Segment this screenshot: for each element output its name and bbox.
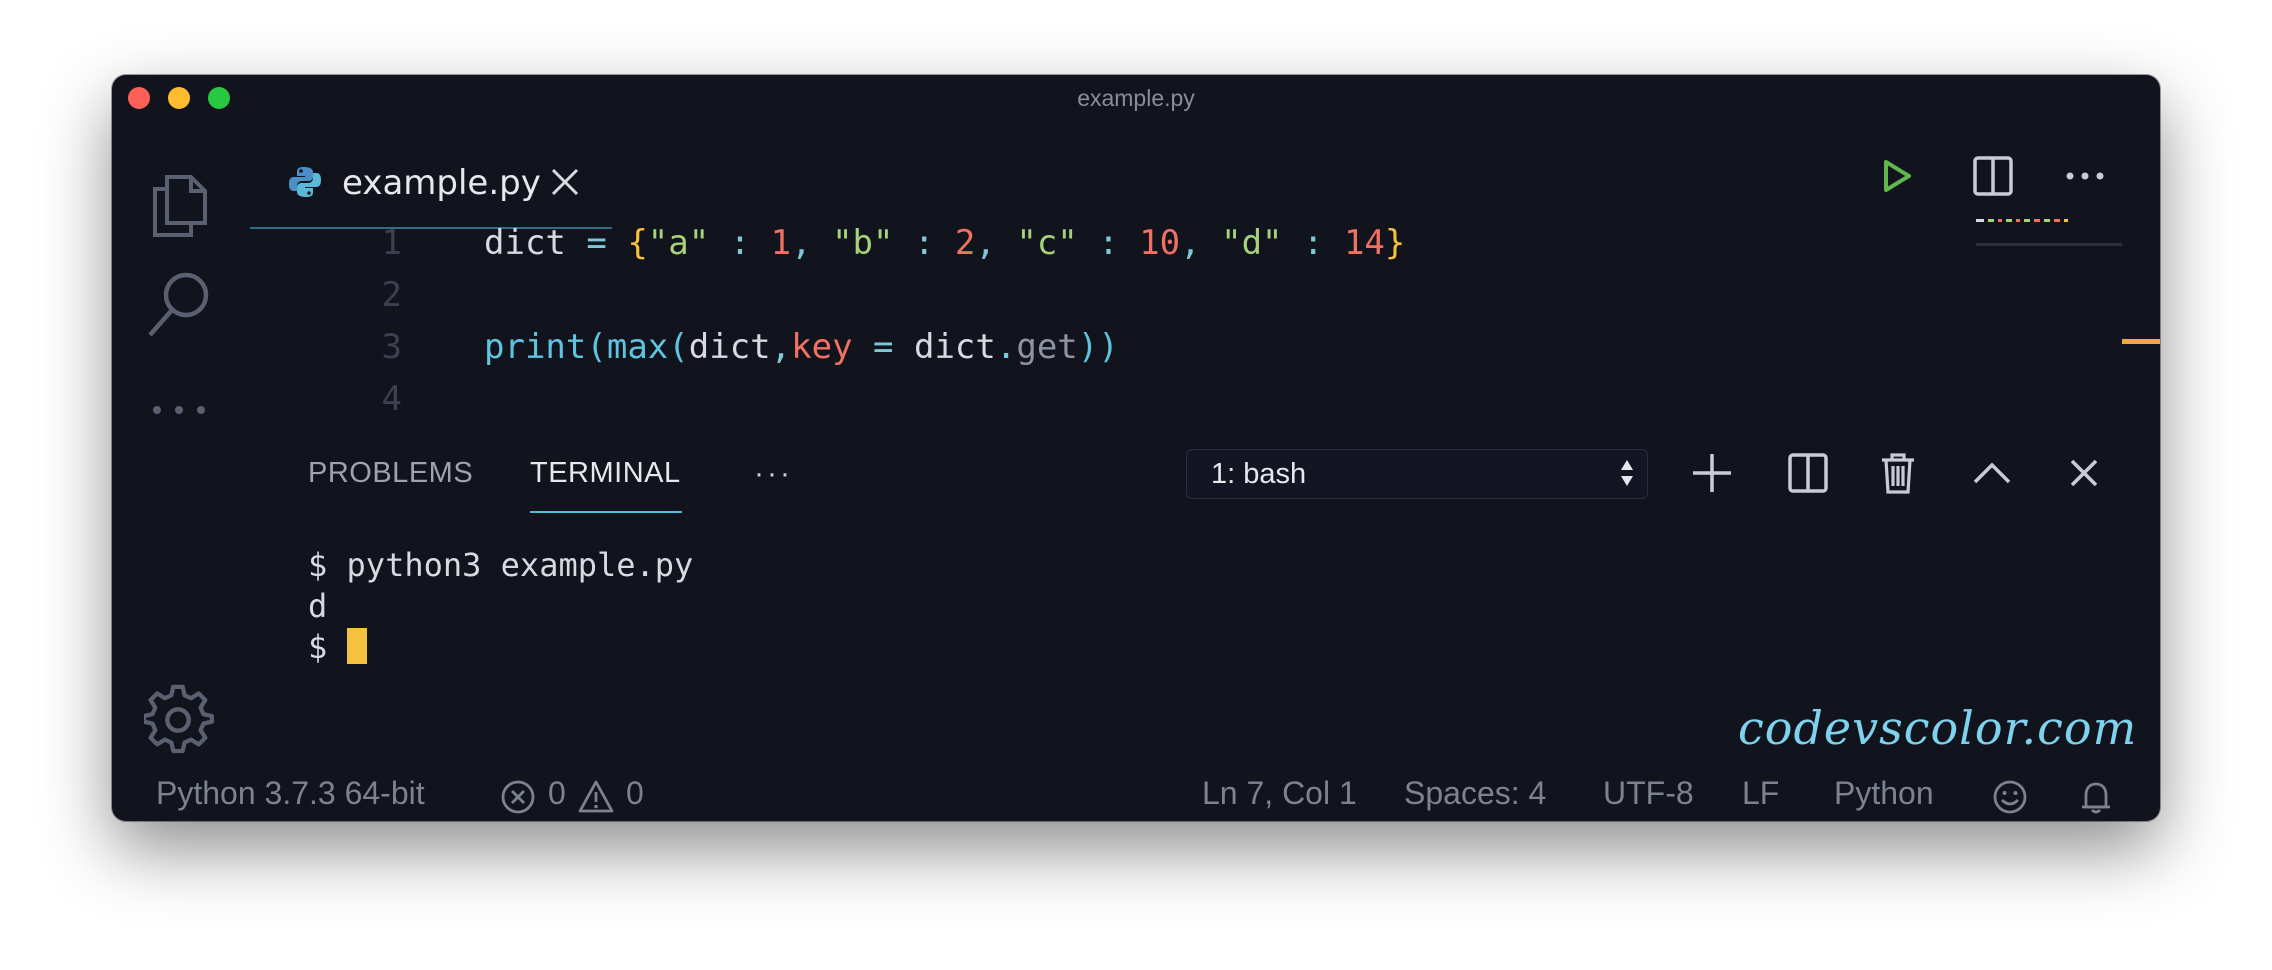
code-token: 1 [770, 223, 792, 263]
code-token: "d" [1221, 223, 1283, 263]
plus-icon[interactable] [1686, 447, 1738, 499]
code-token: , [1180, 223, 1222, 263]
error-count[interactable]: 0 [548, 775, 566, 812]
code-token: "c" [1016, 223, 1078, 263]
code-token: "b" [832, 223, 894, 263]
more-icon[interactable] [144, 375, 214, 445]
panel-more-icon[interactable]: ··· [754, 457, 793, 491]
code-token: key [791, 327, 853, 367]
scrollbar-marker [2122, 339, 2160, 344]
more-actions-icon[interactable] [2060, 151, 2110, 201]
split-editor-icon[interactable] [1968, 151, 2018, 201]
activity-bar [112, 119, 252, 821]
code-token: : [1077, 223, 1140, 263]
code-token: . [995, 327, 1017, 367]
code-token: , [770, 327, 792, 367]
code-token: : [893, 223, 955, 263]
terminal-line: d [308, 587, 328, 625]
minimap-slider[interactable] [1976, 243, 2122, 246]
line-number: 4 [381, 379, 402, 419]
status-bar: Python 3.7.3 64-bit 0 0 Ln 7, Col 1 Spac… [112, 765, 2160, 821]
code-token: 10 [1139, 223, 1181, 263]
line-number: 1 [381, 223, 402, 263]
bell-icon[interactable] [2078, 779, 2114, 815]
code-token: 14 [1343, 223, 1385, 263]
code-token: , [975, 223, 1017, 263]
line-number: 3 [381, 327, 402, 367]
code-token: )) [1077, 327, 1119, 367]
smiley-icon[interactable] [1992, 779, 2028, 815]
line-ending[interactable]: LF [1742, 775, 1779, 812]
python-icon [289, 167, 321, 197]
code-token: 2 [954, 223, 976, 263]
code-line[interactable]: 2 [292, 269, 1405, 321]
code-token: dict [484, 223, 566, 263]
line-number: 2 [381, 275, 402, 315]
terminal-output[interactable]: $ python3 example.py d $ [308, 545, 693, 668]
code-token: : [709, 223, 771, 263]
watermark: codevscolor.com [1738, 701, 2138, 755]
code-token: ( [586, 327, 607, 367]
code-token: ( [668, 327, 689, 367]
code-line[interactable]: 3 print(max(dict,key = dict.get)) [292, 321, 1405, 373]
warning-count[interactable]: 0 [626, 775, 644, 812]
code-token: } [1384, 223, 1406, 263]
code-token: "a" [647, 223, 710, 263]
code-token: : [1282, 223, 1344, 263]
run-icon[interactable] [1872, 151, 1922, 201]
cursor-position[interactable]: Ln 7, Col 1 [1202, 775, 1357, 812]
editor-window: example.py example.py 1 dict = {"a": 1,… [112, 75, 2160, 821]
terminal-line: $ python3 example.py [308, 546, 694, 584]
code-token: get [1016, 327, 1078, 367]
code-line[interactable]: 4 [292, 373, 1405, 425]
split-terminal-icon[interactable] [1782, 447, 1834, 499]
tab-terminal[interactable]: TERMINAL [530, 457, 681, 490]
language-mode[interactable]: Python [1834, 775, 1934, 812]
code-token: dict [913, 327, 996, 367]
code-token: print [484, 327, 587, 367]
window-title: example.py [1077, 85, 1195, 111]
python-interpreter[interactable]: Python 3.7.3 64-bit [156, 775, 425, 812]
code-token: dict [688, 327, 771, 367]
terminal-select-value: 1: bash [1211, 458, 1307, 490]
terminal-prompt-line: $ [308, 627, 693, 668]
minimap[interactable] [1976, 219, 2072, 223]
code-token: = [852, 327, 914, 367]
code-token: max [606, 327, 669, 367]
search-icon[interactable] [144, 269, 214, 339]
warning-icon[interactable] [578, 779, 614, 815]
encoding[interactable]: UTF-8 [1603, 775, 1694, 812]
gear-icon[interactable] [144, 684, 214, 755]
close-panel-icon[interactable] [2058, 447, 2110, 499]
title-bar: example.py [112, 75, 2160, 119]
tab-label: example.py [342, 163, 541, 203]
code-token: = [565, 223, 628, 263]
close-tab-icon[interactable] [550, 167, 580, 197]
code-editor[interactable]: 1 dict = {"a" : 1, "b" : 2, "c" : 10, "d"… [292, 217, 1406, 425]
files-icon[interactable] [144, 169, 214, 239]
terminal-select[interactable]: 1: bash [1186, 449, 1648, 499]
terminal-prompt: $ [308, 628, 347, 666]
code-line[interactable]: 1 dict = {"a" : 1, "b" : 2, "c" : 10, "d"… [292, 217, 1406, 269]
code-token: { [627, 223, 648, 263]
code-token: , [791, 223, 833, 263]
trash-icon[interactable] [1872, 447, 1924, 499]
tab-problems[interactable]: PROBLEMS [308, 457, 473, 490]
error-icon[interactable] [500, 779, 536, 815]
select-arrows-icon [1621, 460, 1633, 486]
chevron-up-icon[interactable] [1966, 447, 2018, 499]
active-tab-indicator [530, 511, 682, 513]
terminal-cursor [346, 628, 367, 664]
indentation[interactable]: Spaces: 4 [1404, 775, 1546, 812]
